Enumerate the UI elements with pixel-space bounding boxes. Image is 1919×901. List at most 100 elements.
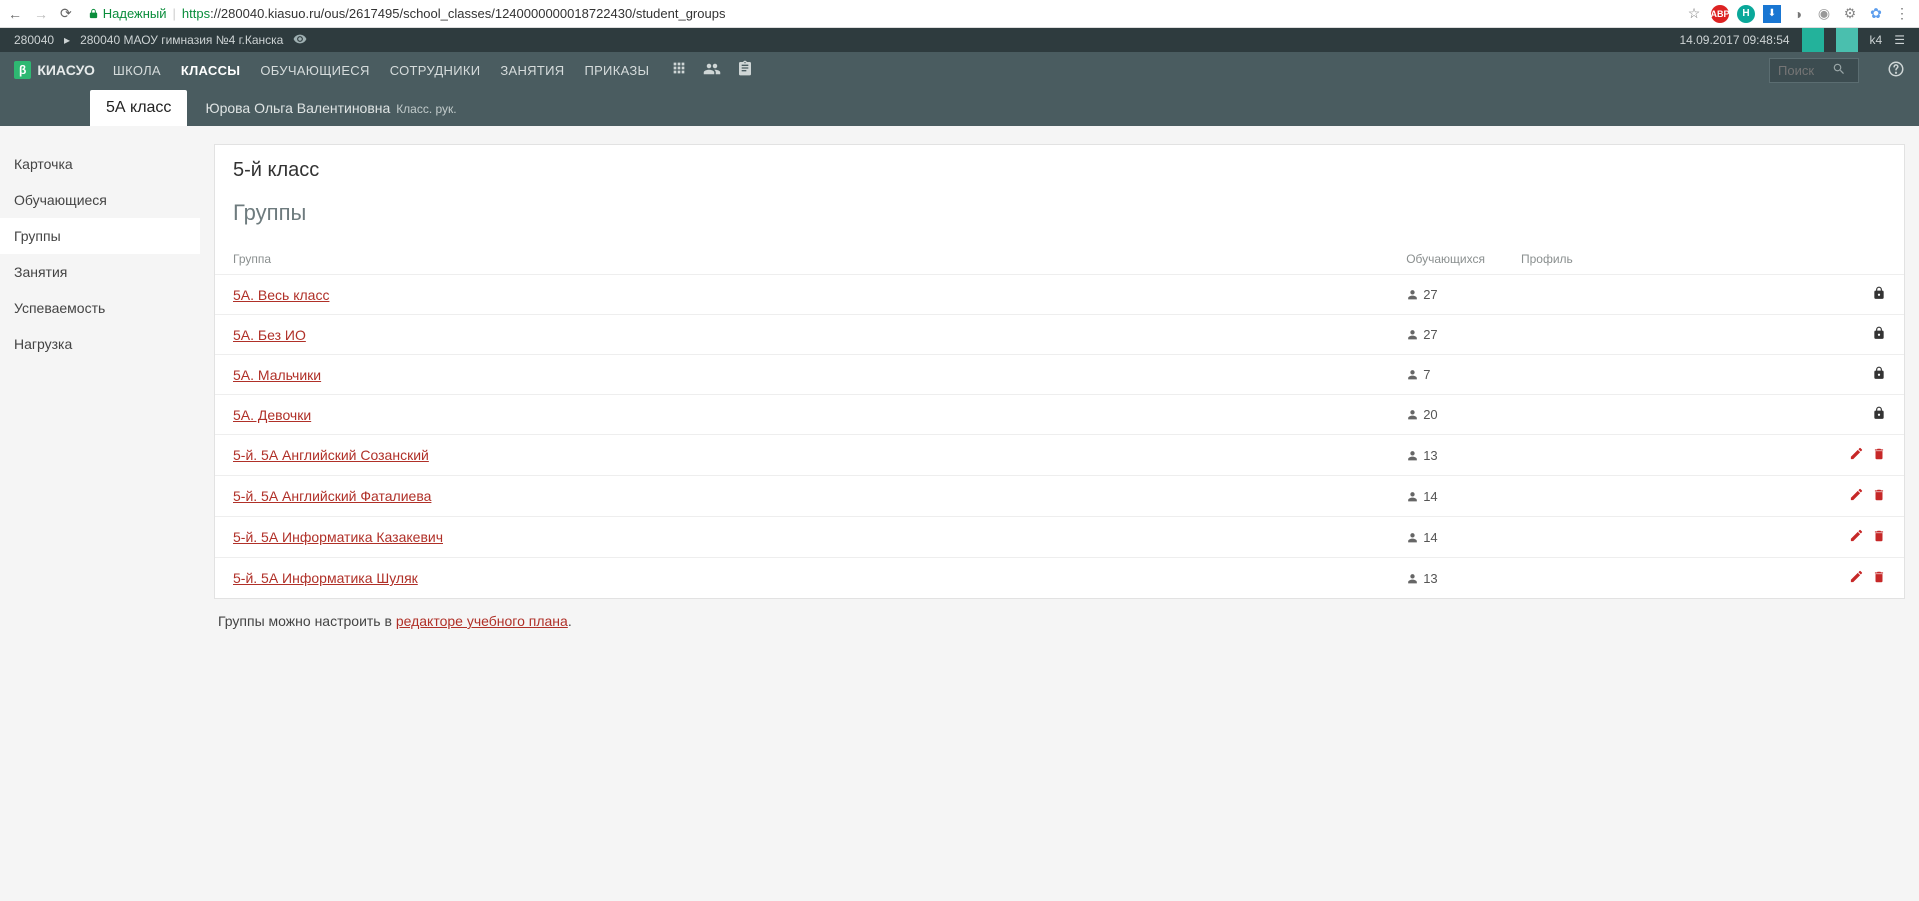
class-tab[interactable]: 5А класс bbox=[90, 90, 187, 126]
org-code[interactable]: 280040 bbox=[14, 33, 54, 47]
footnote-text: Группы можно настроить в bbox=[218, 613, 396, 629]
sidebar: КарточкаОбучающиесяГруппыЗанятияУспеваем… bbox=[0, 126, 200, 673]
delete-icon[interactable] bbox=[1872, 571, 1886, 587]
group-link[interactable]: 5А. Мальчики bbox=[233, 367, 321, 383]
class-subbar: 5А класс Юрова Ольга Валентиновна Класс.… bbox=[0, 88, 1919, 126]
ext-icon[interactable]: ✿ bbox=[1867, 5, 1885, 23]
nav-item[interactable]: ОБУЧАЮЩИЕСЯ bbox=[260, 63, 369, 78]
reload-icon[interactable]: ⟳ bbox=[60, 5, 72, 22]
group-link[interactable]: 5А. Девочки bbox=[233, 407, 311, 423]
sidebar-item[interactable]: Группы bbox=[0, 218, 200, 254]
app-logo[interactable]: β КИАСУО bbox=[14, 61, 95, 79]
main-content: 5-й класс Группы Группа Обучающихся Проф… bbox=[200, 126, 1919, 673]
chevron-right-icon: ▸ bbox=[64, 33, 70, 47]
table-row: 5А. Без ИО 27 bbox=[215, 315, 1904, 355]
teacher-name: Юрова Ольга Валентиновна bbox=[205, 100, 390, 116]
table-row: 5А. Мальчики 7 bbox=[215, 355, 1904, 395]
url-bar[interactable]: Надежный | https://280040.kiasuo.ru/ous/… bbox=[80, 4, 1677, 23]
sidebar-item[interactable]: Занятия bbox=[0, 254, 200, 290]
group-link[interactable]: 5-й. 5А Английский Фаталиева bbox=[233, 488, 431, 504]
ext-icon[interactable]: ◑ bbox=[1789, 5, 1807, 23]
sidebar-item[interactable]: Успеваемость bbox=[0, 290, 200, 326]
apps-icon[interactable] bbox=[671, 60, 687, 81]
download-extension-icon[interactable]: ⬇ bbox=[1763, 5, 1781, 23]
search-box[interactable] bbox=[1769, 58, 1859, 83]
back-icon[interactable]: ← bbox=[8, 6, 22, 22]
h-extension-icon[interactable]: H bbox=[1737, 5, 1755, 23]
eye-icon[interactable] bbox=[293, 32, 307, 49]
abp-extension-icon[interactable]: ABP bbox=[1711, 5, 1729, 23]
search-icon[interactable] bbox=[1832, 62, 1846, 79]
lock-icon bbox=[1872, 367, 1886, 383]
group-link[interactable]: 5А. Весь класс bbox=[233, 287, 329, 303]
logo-text: КИАСУО bbox=[37, 62, 95, 78]
student-count: 13 bbox=[1406, 448, 1485, 463]
help-icon[interactable] bbox=[1887, 60, 1905, 81]
sidebar-item[interactable]: Нагрузка bbox=[0, 326, 200, 362]
col-header-count: Обучающихся bbox=[1388, 244, 1503, 275]
search-input[interactable] bbox=[1778, 63, 1832, 78]
student-count: 27 bbox=[1406, 287, 1485, 302]
col-header-group: Группа bbox=[215, 244, 1388, 275]
table-row: 5-й. 5А Английский Созанский 13 bbox=[215, 435, 1904, 476]
delete-icon[interactable] bbox=[1872, 489, 1886, 505]
lock-icon bbox=[1872, 327, 1886, 343]
student-count: 14 bbox=[1406, 530, 1485, 545]
chrome-menu-icon[interactable]: ⋮ bbox=[1893, 5, 1911, 23]
secure-label: Надежный bbox=[103, 6, 167, 21]
nav-item[interactable]: ШКОЛА bbox=[113, 63, 161, 78]
browser-nav-buttons: ← → ⟳ bbox=[8, 5, 72, 22]
menu-icon[interactable]: ☰ bbox=[1894, 33, 1905, 47]
browser-toolbar: ← → ⟳ Надежный | https://280040.kiasuo.r… bbox=[0, 0, 1919, 28]
people-icon[interactable] bbox=[703, 60, 721, 81]
ext-icon[interactable]: ⚙ bbox=[1841, 5, 1859, 23]
lock-icon bbox=[1872, 407, 1886, 423]
main-navbar: β КИАСУО ШКОЛА КЛАССЫ ОБУЧАЮЩИЕСЯ СОТРУДНИК… bbox=[0, 52, 1919, 88]
table-row: 5А. Весь класс 27 bbox=[215, 275, 1904, 315]
breadcrumb-bar: 280040 ▸ 280040 МАОУ гимназия №4 г.Канск… bbox=[0, 28, 1919, 52]
accent-button-1[interactable] bbox=[1802, 28, 1824, 52]
browser-extension-icons: ☆ ABP H ⬇ ◑ ◉ ⚙ ✿ ⋮ bbox=[1685, 5, 1911, 23]
student-count: 14 bbox=[1406, 489, 1485, 504]
delete-icon[interactable] bbox=[1872, 448, 1886, 464]
page-title: 5-й класс bbox=[215, 145, 1904, 184]
class-teacher: Юрова Ольга Валентиновна Класс. рук. bbox=[205, 100, 456, 126]
org-name[interactable]: 280040 МАОУ гимназия №4 г.Канска bbox=[80, 33, 283, 47]
groups-table: Группа Обучающихся Профиль 5А. Весь клас… bbox=[215, 244, 1904, 598]
ext-icon[interactable]: ◉ bbox=[1815, 5, 1833, 23]
group-link[interactable]: 5-й. 5А Английский Созанский bbox=[233, 447, 429, 463]
star-icon[interactable]: ☆ bbox=[1685, 5, 1703, 23]
nav-item[interactable]: ПРИКАЗЫ bbox=[584, 63, 649, 78]
nav-item[interactable]: ЗАНЯТИЯ bbox=[500, 63, 564, 78]
edit-icon[interactable] bbox=[1849, 530, 1864, 546]
edit-icon[interactable] bbox=[1849, 489, 1864, 505]
footnote: Группы можно настроить в редакторе учебн… bbox=[214, 599, 1905, 643]
sidebar-item[interactable]: Обучающиеся bbox=[0, 182, 200, 218]
group-link[interactable]: 5А. Без ИО bbox=[233, 327, 306, 343]
footnote-link[interactable]: редакторе учебного плана bbox=[396, 613, 568, 629]
delete-icon[interactable] bbox=[1872, 530, 1886, 546]
student-count: 27 bbox=[1406, 327, 1485, 342]
section-title: Группы bbox=[215, 184, 1904, 244]
nav-item[interactable]: КЛАССЫ bbox=[181, 63, 240, 78]
nav-item[interactable]: СОТРУДНИКИ bbox=[390, 63, 481, 78]
clipboard-icon[interactable] bbox=[737, 60, 753, 81]
footnote-period: . bbox=[568, 613, 572, 629]
datetime: 14.09.2017 09:48:54 bbox=[1679, 33, 1789, 47]
edit-icon[interactable] bbox=[1849, 571, 1864, 587]
edit-icon[interactable] bbox=[1849, 448, 1864, 464]
teacher-role: Класс. рук. bbox=[396, 102, 456, 116]
secure-badge: Надежный bbox=[88, 6, 167, 21]
group-link[interactable]: 5-й. 5А Информатика Казакевич bbox=[233, 529, 443, 545]
accent-button-2[interactable] bbox=[1836, 28, 1858, 52]
table-row: 5-й. 5А Информатика Казакевич 14 bbox=[215, 517, 1904, 558]
group-link[interactable]: 5-й. 5А Информатика Шуляк bbox=[233, 570, 418, 586]
table-row: 5-й. 5А Английский Фаталиева 14 bbox=[215, 476, 1904, 517]
groups-card: 5-й класс Группы Группа Обучающихся Проф… bbox=[214, 144, 1905, 599]
sidebar-item[interactable]: Карточка bbox=[0, 146, 200, 182]
student-count: 13 bbox=[1406, 571, 1485, 586]
lock-icon bbox=[1872, 287, 1886, 303]
student-count: 7 bbox=[1406, 367, 1485, 382]
user-label[interactable]: k4 bbox=[1870, 33, 1883, 47]
forward-icon[interactable]: → bbox=[34, 6, 48, 22]
